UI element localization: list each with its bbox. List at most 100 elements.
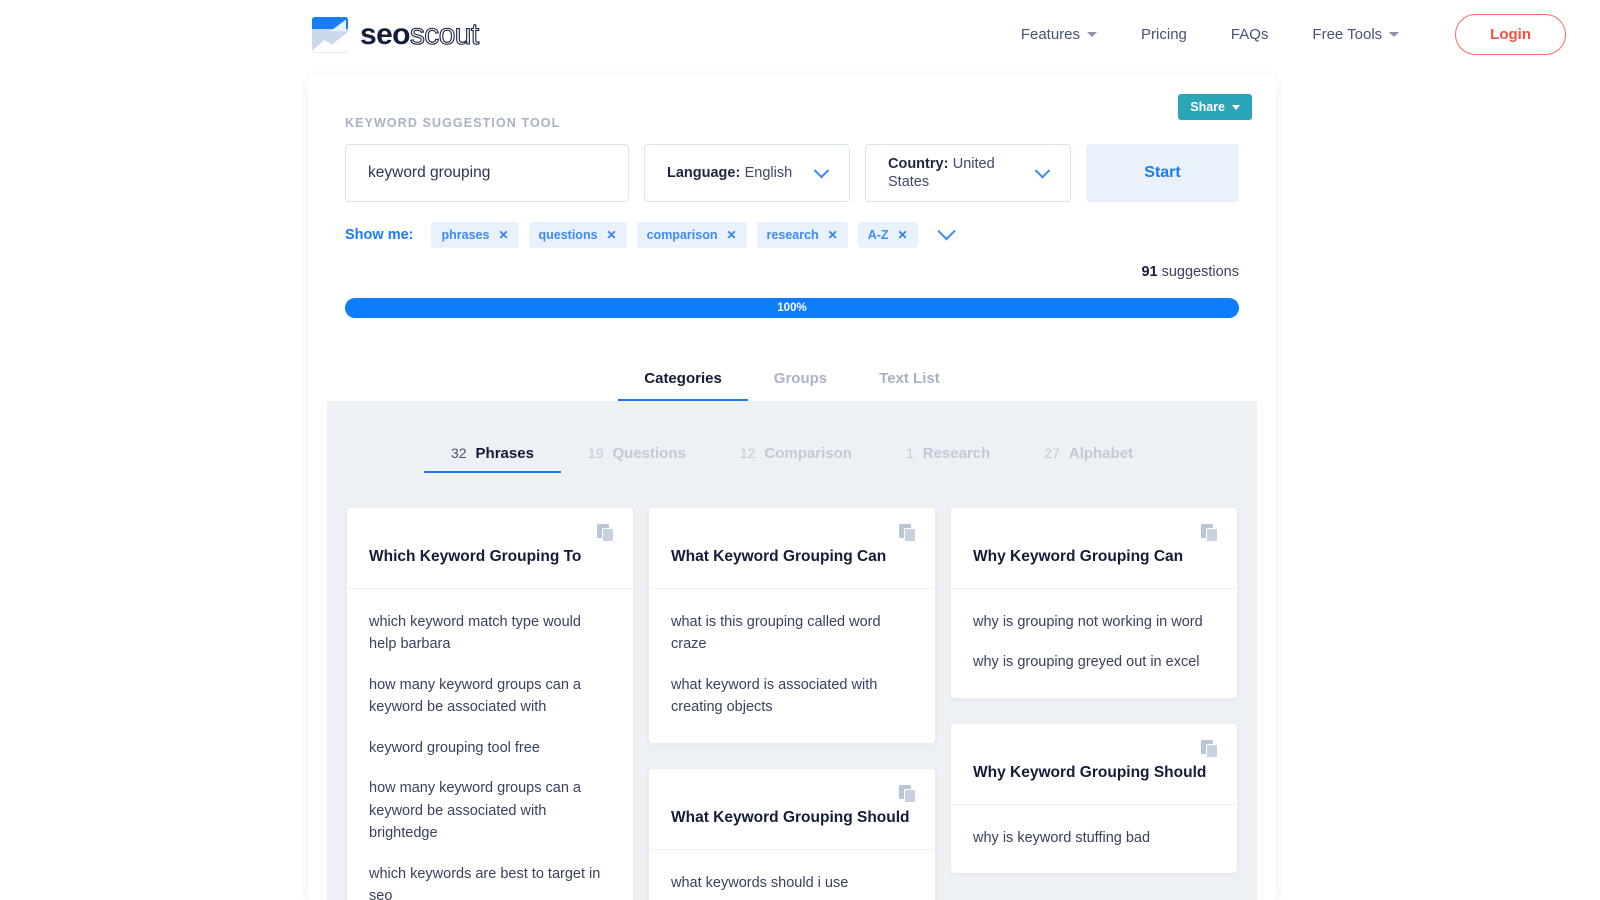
copy-icon[interactable] <box>1201 524 1221 544</box>
filter-chip-label: questions <box>538 228 598 242</box>
keyword-card: What Keyword Grouping Should what keywor… <box>649 768 935 900</box>
list-item[interactable]: what keywords should i use <box>671 872 913 894</box>
keyword-column-2: What Keyword Grouping Can what is this g… <box>649 508 935 900</box>
show-me-label: Show me: <box>345 227 414 243</box>
country-select[interactable]: Country: United States <box>865 144 1071 202</box>
subtab-label: Questions <box>612 445 686 462</box>
keyword-card: Which Keyword Grouping To which keyword … <box>347 508 633 900</box>
tab-groups[interactable]: Groups <box>748 370 853 401</box>
list-item[interactable]: how many keyword groups can a keyword be… <box>369 674 611 719</box>
search-row: keyword grouping Language: English Count… <box>345 144 1239 202</box>
share-button[interactable]: Share <box>1178 94 1252 120</box>
chevron-down-icon <box>1034 162 1051 178</box>
subtab-count: 19 <box>587 445 604 461</box>
tab-text-list[interactable]: Text List <box>853 370 966 401</box>
list-item[interactable]: how many keyword groups can a keyword be… <box>369 777 611 844</box>
close-icon[interactable]: ✕ <box>498 228 508 242</box>
keyword-card-items: why is grouping not working in word why … <box>951 589 1237 698</box>
page-root: seoscout Features Pricing FAQs Free Tool… <box>0 0 1600 900</box>
keyword-card-title: What Keyword Grouping Should <box>649 769 935 850</box>
share-label: Share <box>1190 100 1225 114</box>
filter-chip-label: A-Z <box>867 228 889 242</box>
close-icon[interactable]: ✕ <box>898 228 908 242</box>
keyword-card: What Keyword Grouping Can what is this g… <box>649 508 935 743</box>
keyword-card-items: why is keyword stuffing bad <box>951 805 1237 873</box>
nav-item-features[interactable]: Features <box>999 26 1119 43</box>
subtab-phrases[interactable]: 32 Phrases <box>423 445 561 473</box>
page-title: KEYWORD SUGGESTION TOOL <box>345 116 561 130</box>
subtab-comparison[interactable]: 12 Comparison <box>713 445 879 473</box>
subtab-questions[interactable]: 19 Questions <box>561 445 713 473</box>
list-item[interactable]: why is grouping greyed out in excel <box>973 651 1215 673</box>
filter-chip-label: research <box>766 228 819 242</box>
close-icon[interactable]: ✕ <box>828 228 838 242</box>
subtab-count: 1 <box>905 445 914 461</box>
results-panel: Categories Groups Text List 32 Phrases 1… <box>327 352 1257 900</box>
keyword-card-title: What Keyword Grouping Can <box>649 508 935 589</box>
keyword-input[interactable]: keyword grouping <box>345 144 629 202</box>
subtab-label: Phrases <box>475 445 534 462</box>
keyword-card-title: Why Keyword Grouping Can <box>951 508 1237 589</box>
subtab-count: 27 <box>1044 445 1060 461</box>
category-subtabs: 32 Phrases 19 Questions 12 Comparison 1 … <box>327 401 1257 473</box>
keyword-column-1: Which Keyword Grouping To which keyword … <box>347 508 633 900</box>
subtab-count: 12 <box>739 445 756 461</box>
suggestions-count: 91 suggestions <box>1141 264 1239 280</box>
country-select-label: Country: <box>888 156 949 172</box>
filter-chips-row: Show me: phrases ✕ questions ✕ compariso… <box>345 221 956 248</box>
keyword-card-items: what is this grouping called word craze … <box>649 589 935 743</box>
filter-chip-comparison[interactable]: comparison ✕ <box>636 222 747 248</box>
chevron-down-icon[interactable] <box>936 221 956 240</box>
nav-item-faqs[interactable]: FAQs <box>1209 26 1291 43</box>
filter-chip-questions[interactable]: questions ✕ <box>528 222 627 248</box>
filter-chip-phrases[interactable]: phrases ✕ <box>431 222 519 248</box>
language-select-value: English <box>744 165 793 181</box>
subtab-research[interactable]: 1 Research <box>879 445 1017 473</box>
copy-icon[interactable] <box>899 524 919 544</box>
close-icon[interactable]: ✕ <box>607 228 617 242</box>
nav-links: Features Pricing FAQs Free Tools Login <box>999 14 1566 55</box>
filter-chip-a-z[interactable]: A-Z ✕ <box>857 222 918 248</box>
list-item[interactable]: which keywords are best to target in seo <box>369 863 611 900</box>
keyword-columns: Which Keyword Grouping To which keyword … <box>327 473 1257 900</box>
copy-icon[interactable] <box>899 784 919 805</box>
copy-icon[interactable] <box>1201 739 1221 760</box>
filter-chip-research[interactable]: research ✕ <box>756 222 848 248</box>
tab-categories[interactable]: Categories <box>618 370 748 401</box>
list-item[interactable]: what is this grouping called word craze <box>671 611 913 656</box>
keyword-input-value: keyword grouping <box>368 164 491 181</box>
list-item[interactable]: why is grouping not working in word <box>973 611 1215 633</box>
chevron-down-icon <box>813 162 830 178</box>
seoscout-logo-icon <box>312 16 348 53</box>
keyword-card-title: Why Keyword Grouping Should <box>951 724 1237 805</box>
language-select[interactable]: Language: English <box>644 144 850 202</box>
brand-name-bold: seo <box>360 17 411 51</box>
brand-wordmark: seoscout <box>360 17 480 51</box>
nav-label-faqs: FAQs <box>1230 26 1269 43</box>
keyword-card: Why Keyword Grouping Can why is grouping… <box>951 508 1237 698</box>
copy-icon[interactable] <box>597 524 617 544</box>
list-item[interactable]: keyword grouping tool free <box>369 737 611 759</box>
filter-chip-label: comparison <box>646 228 718 242</box>
brand-name-light: scout <box>409 17 479 51</box>
keyword-card-items: what keywords should i use <box>649 850 935 900</box>
list-item[interactable]: why is keyword stuffing bad <box>973 827 1215 849</box>
list-item[interactable]: which keyword match type would help barb… <box>369 611 611 656</box>
login-button[interactable]: Login <box>1455 14 1566 55</box>
subtab-count: 32 <box>450 445 467 461</box>
language-select-label: Language: <box>667 165 741 181</box>
list-item[interactable]: what keyword is associated with creating… <box>671 674 913 719</box>
start-button[interactable]: Start <box>1086 144 1239 202</box>
subtab-label: Alphabet <box>1068 445 1134 462</box>
nav-item-free-tools[interactable]: Free Tools <box>1290 26 1421 43</box>
subtab-label: Comparison <box>764 445 852 462</box>
subtab-alphabet[interactable]: 27 Alphabet <box>1017 445 1160 473</box>
keyword-card-title: Which Keyword Grouping To <box>347 508 633 589</box>
keyword-card-items: which keyword match type would help barb… <box>347 589 633 900</box>
close-icon[interactable]: ✕ <box>726 228 736 242</box>
brand-logo[interactable]: seoscout <box>312 16 480 53</box>
subtab-label: Research <box>922 445 991 462</box>
nav-label-free-tools: Free Tools <box>1312 26 1383 43</box>
results-tabs: Categories Groups Text List <box>327 352 1257 401</box>
nav-item-pricing[interactable]: Pricing <box>1119 26 1209 43</box>
